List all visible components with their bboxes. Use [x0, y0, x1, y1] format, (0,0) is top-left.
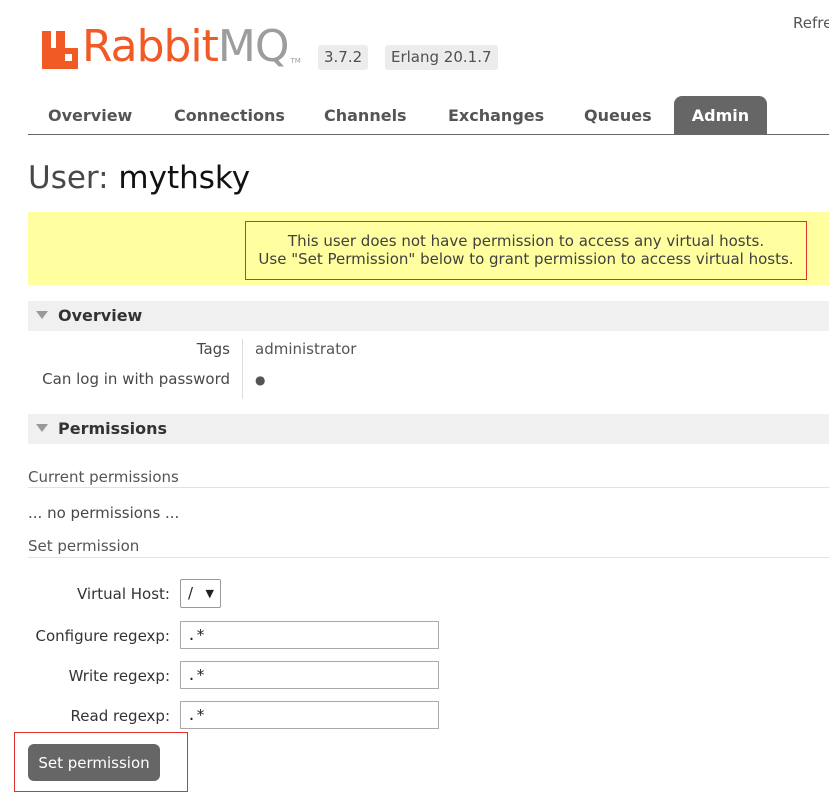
rabbit-logo-icon: [42, 31, 78, 69]
tab-queues[interactable]: Queues: [564, 96, 672, 135]
rabbitmq-logo[interactable]: RabbitMQ TM: [42, 21, 301, 69]
divider: [28, 487, 829, 488]
read-regexp-input[interactable]: [180, 701, 439, 729]
tab-admin[interactable]: Admin: [674, 96, 767, 135]
tab-exchanges[interactable]: Exchanges: [428, 96, 564, 135]
permissions-section-header[interactable]: Permissions: [28, 414, 829, 444]
configure-regexp-input[interactable]: [180, 621, 439, 649]
write-regexp-label: Write regexp:: [68, 667, 170, 685]
main-nav-tabs: Overview Connections Channels Exchanges …: [28, 96, 829, 135]
warning-message: This user does not have permission to ac…: [245, 221, 807, 280]
tab-channels[interactable]: Channels: [304, 96, 427, 135]
virtual-host-select[interactable]: / ▼: [180, 579, 221, 608]
refresh-label[interactable]: Refre: [793, 14, 829, 32]
warning-line-1: This user does not have permission to ac…: [287, 232, 765, 250]
virtual-host-label: Virtual Host:: [77, 585, 170, 603]
overview-divider: [242, 339, 243, 399]
collapse-triangle-icon: [36, 423, 48, 432]
version-badge: 3.7.2: [318, 45, 369, 70]
tags-value: administrator: [255, 340, 357, 358]
set-permission-button[interactable]: Set permission: [28, 744, 160, 781]
tab-connections[interactable]: Connections: [154, 96, 305, 135]
tags-label: Tags: [196, 340, 230, 358]
logo-text-mq: MQ: [217, 21, 290, 72]
logo-text-rabbit: Rabbit: [82, 21, 219, 72]
can-login-label: Can log in with password: [42, 370, 230, 388]
erlang-version-badge: Erlang 20.1.7: [385, 45, 498, 70]
collapse-triangle-icon: [36, 310, 48, 319]
can-login-value: ●: [255, 373, 266, 387]
page-title-username: mythsky: [118, 160, 251, 196]
write-regexp-input[interactable]: [180, 661, 439, 689]
dropdown-arrow-icon: ▼: [205, 587, 214, 600]
tab-overview[interactable]: Overview: [28, 96, 152, 135]
read-regexp-label: Read regexp:: [70, 707, 170, 725]
virtual-host-selected-value: /: [188, 584, 194, 602]
overview-section-header[interactable]: Overview: [28, 301, 829, 331]
current-permissions-title: Current permissions: [28, 468, 179, 486]
page-title-prefix: User:: [28, 160, 109, 196]
no-permissions-text: ... no permissions ...: [28, 504, 180, 522]
divider: [28, 557, 829, 558]
permissions-heading: Permissions: [58, 419, 168, 438]
page-title: User: mythsky: [28, 160, 250, 196]
configure-regexp-label: Configure regexp:: [35, 627, 170, 645]
warning-banner: This user does not have permission to ac…: [28, 212, 829, 285]
warning-line-2: Use "Set Permission" below to grant perm…: [258, 250, 794, 268]
logo-trademark: TM: [290, 57, 301, 65]
overview-heading: Overview: [58, 306, 143, 325]
set-permission-title: Set permission: [28, 537, 140, 555]
